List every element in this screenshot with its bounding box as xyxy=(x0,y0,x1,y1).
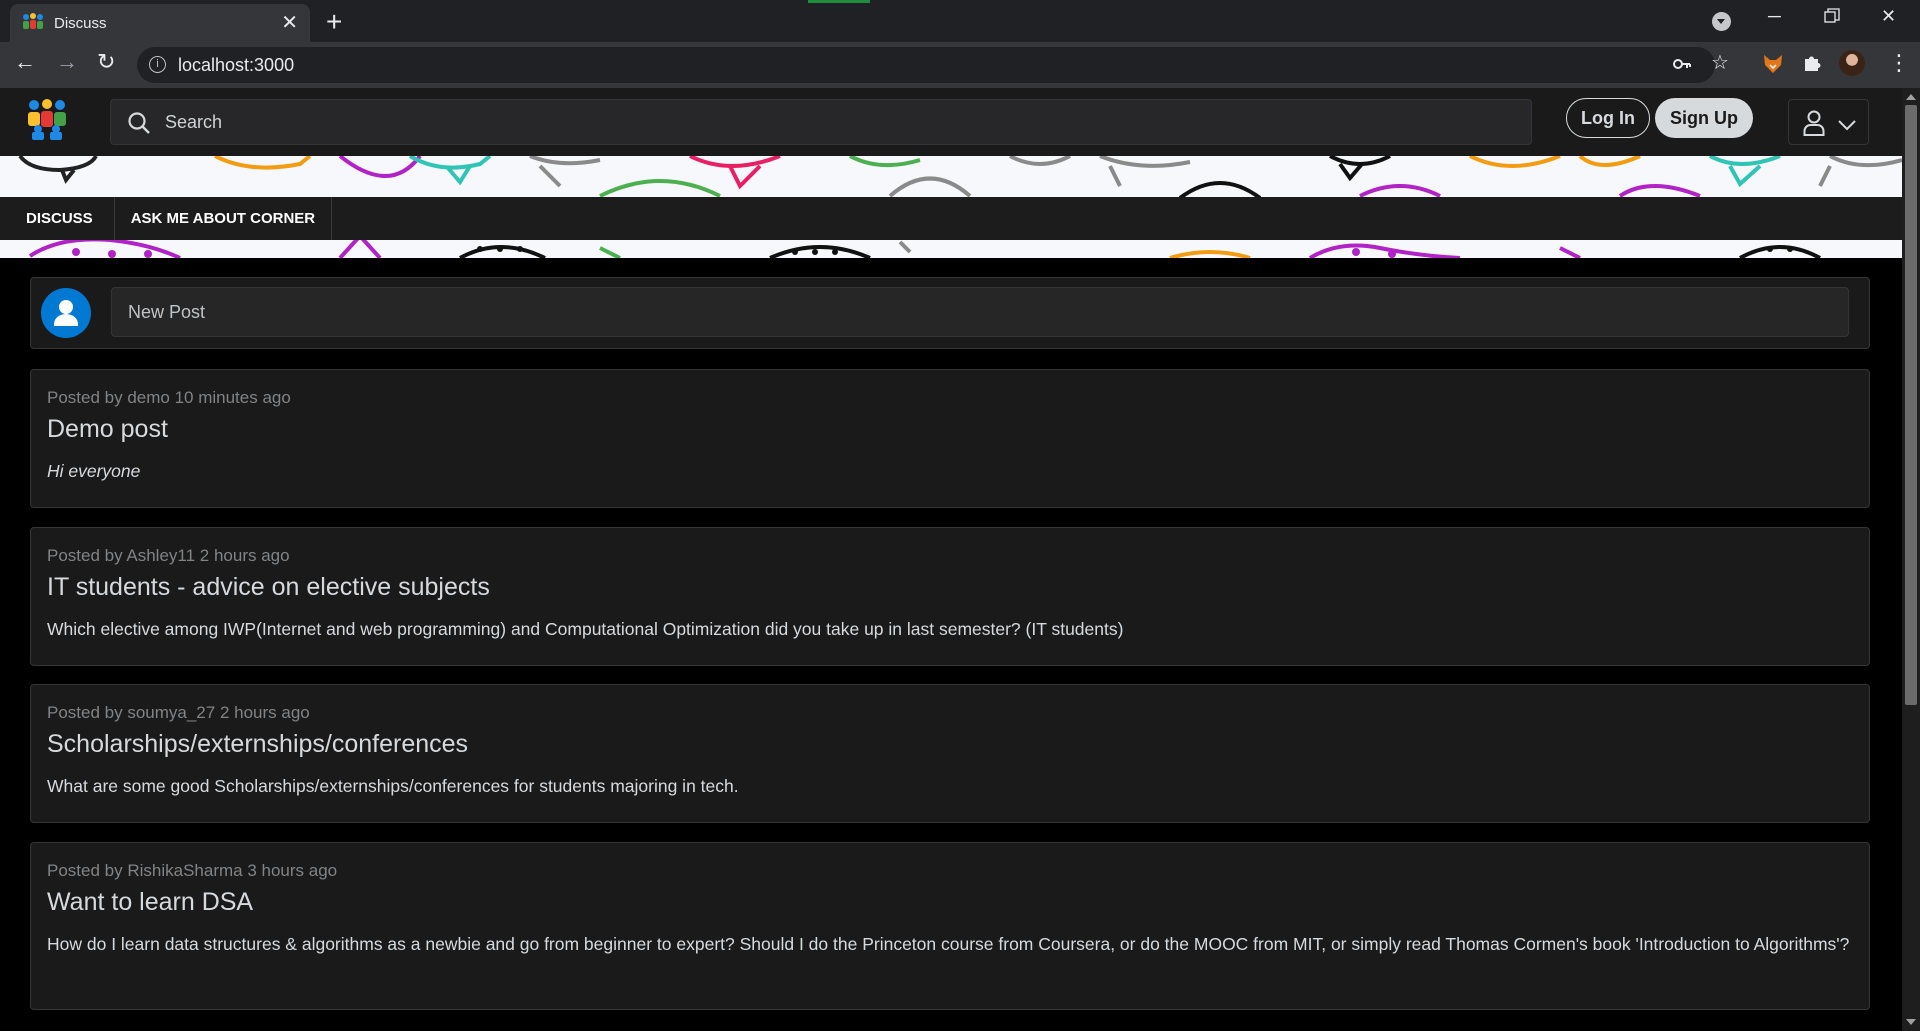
key-icon[interactable] xyxy=(1673,57,1691,71)
address-bar[interactable]: i localhost:3000 ☆ xyxy=(137,47,1729,83)
search-input[interactable] xyxy=(165,100,1505,144)
scrollbar-thumb[interactable] xyxy=(1905,105,1917,705)
post-card[interactable]: Posted by demo 10 minutes ago Demo post … xyxy=(30,369,1870,508)
url-text: localhost:3000 xyxy=(178,55,295,75)
profile-avatar-icon[interactable] xyxy=(1839,50,1865,76)
back-icon[interactable]: ← xyxy=(14,51,36,73)
tab-search-icon[interactable] xyxy=(1712,12,1731,31)
forward-icon[interactable]: → xyxy=(56,51,78,73)
page-scrollbar[interactable] xyxy=(1902,88,1920,1031)
post-body: Hi everyone xyxy=(47,461,141,481)
post-meta: Posted by RishikaSharma 3 hours ago xyxy=(47,861,338,880)
scroll-up-arrow-icon[interactable] xyxy=(1906,94,1916,100)
tab-ask-me-about-corner[interactable]: ASK ME ABOUT CORNER xyxy=(115,197,333,240)
post-card[interactable]: Posted by RishikaSharma 3 hours ago Want… xyxy=(30,842,1870,1010)
tab-discuss[interactable]: DISCUSS xyxy=(0,197,115,240)
fox-extension-icon[interactable] xyxy=(1762,53,1784,75)
search-icon xyxy=(128,112,150,134)
info-icon[interactable]: i xyxy=(149,56,166,73)
post-title[interactable]: Scholarships/externships/conferences xyxy=(47,729,1853,759)
app-logo-icon[interactable] xyxy=(26,98,68,140)
new-post-box xyxy=(30,277,1870,349)
user-icon xyxy=(1803,110,1825,136)
browser-tab[interactable]: Discuss ✕ xyxy=(10,4,310,42)
new-post-input[interactable] xyxy=(111,287,1849,337)
post-meta: Posted by soumya_27 2 hours ago xyxy=(47,703,310,722)
category-nav: DISCUSS ASK ME ABOUT CORNER xyxy=(0,197,1902,240)
post-title[interactable]: Demo post xyxy=(47,414,1853,444)
post-title[interactable]: IT students - advice on elective subject… xyxy=(47,572,1853,602)
post-body: How do I learn data structures & algorit… xyxy=(47,934,1850,954)
avatar-icon xyxy=(41,288,91,338)
login-button[interactable]: Log In xyxy=(1566,98,1650,138)
post-body: Which elective among IWP(Internet and we… xyxy=(47,619,1124,639)
star-icon[interactable]: ☆ xyxy=(1711,53,1729,73)
browser-tab-bar: Discuss ✕ + ─ ✕ xyxy=(0,0,1920,42)
tab-strip-indicator xyxy=(808,0,870,3)
browser-toolbar: ← → ↻ i localhost:3000 ☆ ⋮ xyxy=(0,42,1920,88)
reload-icon[interactable]: ↻ xyxy=(97,51,115,73)
app-favicon-icon xyxy=(23,13,43,29)
browser-menu-icon[interactable]: ⋮ xyxy=(1888,52,1910,74)
signup-button[interactable]: Sign Up xyxy=(1655,98,1753,138)
user-menu-dropdown[interactable] xyxy=(1788,99,1869,145)
site-header: Log In Sign Up xyxy=(0,88,1902,156)
scroll-down-arrow-icon[interactable] xyxy=(1906,1019,1916,1025)
window-close-icon[interactable]: ✕ xyxy=(1881,6,1896,27)
minimize-icon[interactable]: ─ xyxy=(1768,6,1781,27)
search-bar[interactable] xyxy=(110,99,1532,145)
tab-title: Discuss xyxy=(54,14,107,32)
page: Log In Sign Up xyxy=(0,88,1902,1031)
post-meta: Posted by demo 10 minutes ago xyxy=(47,388,291,407)
puzzle-icon[interactable] xyxy=(1802,53,1822,73)
post-card[interactable]: Posted by soumya_27 2 hours ago Scholars… xyxy=(30,684,1870,823)
new-tab-button[interactable]: + xyxy=(326,8,342,36)
restore-icon[interactable] xyxy=(1824,8,1840,29)
post-meta: Posted by Ashley11 2 hours ago xyxy=(47,546,290,565)
close-icon[interactable]: ✕ xyxy=(281,13,298,33)
chevron-down-icon xyxy=(1838,120,1856,131)
post-body: What are some good Scholarships/externsh… xyxy=(47,776,739,796)
post-card[interactable]: Posted by Ashley11 2 hours ago IT studen… xyxy=(30,527,1870,666)
post-title[interactable]: Want to learn DSA xyxy=(47,887,1853,917)
